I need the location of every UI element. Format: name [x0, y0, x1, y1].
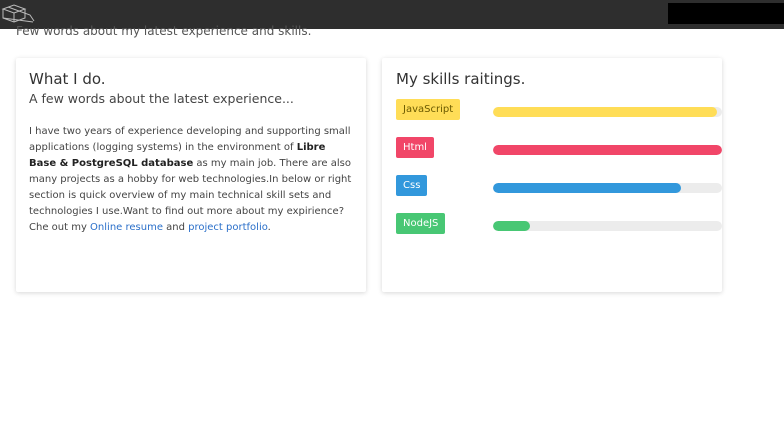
wireframe-cube-icon[interactable] — [0, 3, 36, 25]
about-title: What I do. — [29, 70, 106, 88]
project-portfolio-link[interactable]: project portfolio — [188, 222, 268, 233]
skill-bar-fill — [493, 145, 722, 155]
about-text-part: and — [162, 222, 189, 233]
about-description: I have two years of experience developin… — [29, 124, 353, 236]
skill-bar-fill — [493, 183, 681, 193]
skills-list: JavaScript Html Css NodeJS — [396, 99, 722, 251]
skill-row-nodejs: NodeJS — [396, 213, 722, 251]
about-subtitle: A few words about the latest experience.… — [29, 91, 294, 106]
skill-bar-track — [493, 145, 722, 155]
skill-row-css: Css — [396, 175, 722, 213]
skill-row-html: Html — [396, 137, 722, 175]
intro-text: Few words about my latest experience and… — [16, 24, 312, 38]
skill-badge: JavaScript — [396, 99, 461, 120]
skill-badge: Css — [396, 175, 428, 196]
skill-bar-fill — [493, 221, 530, 231]
skills-title: My skills raitings. — [396, 70, 526, 88]
skill-badge: NodeJS — [396, 213, 446, 234]
navbar-redacted-block — [668, 3, 784, 24]
about-card: What I do. A few words about the latest … — [16, 58, 366, 292]
skills-card: My skills raitings. JavaScript Html Css … — [382, 58, 722, 292]
skill-bar-fill — [493, 107, 718, 117]
about-text-part: . — [267, 222, 271, 233]
online-resume-link[interactable]: Online resume — [90, 222, 163, 233]
skill-bar-track — [493, 107, 722, 117]
skill-row-javascript: JavaScript — [396, 99, 722, 137]
skill-bar-track — [493, 221, 722, 231]
skill-badge: Html — [396, 137, 434, 158]
skill-bar-track — [493, 183, 722, 193]
